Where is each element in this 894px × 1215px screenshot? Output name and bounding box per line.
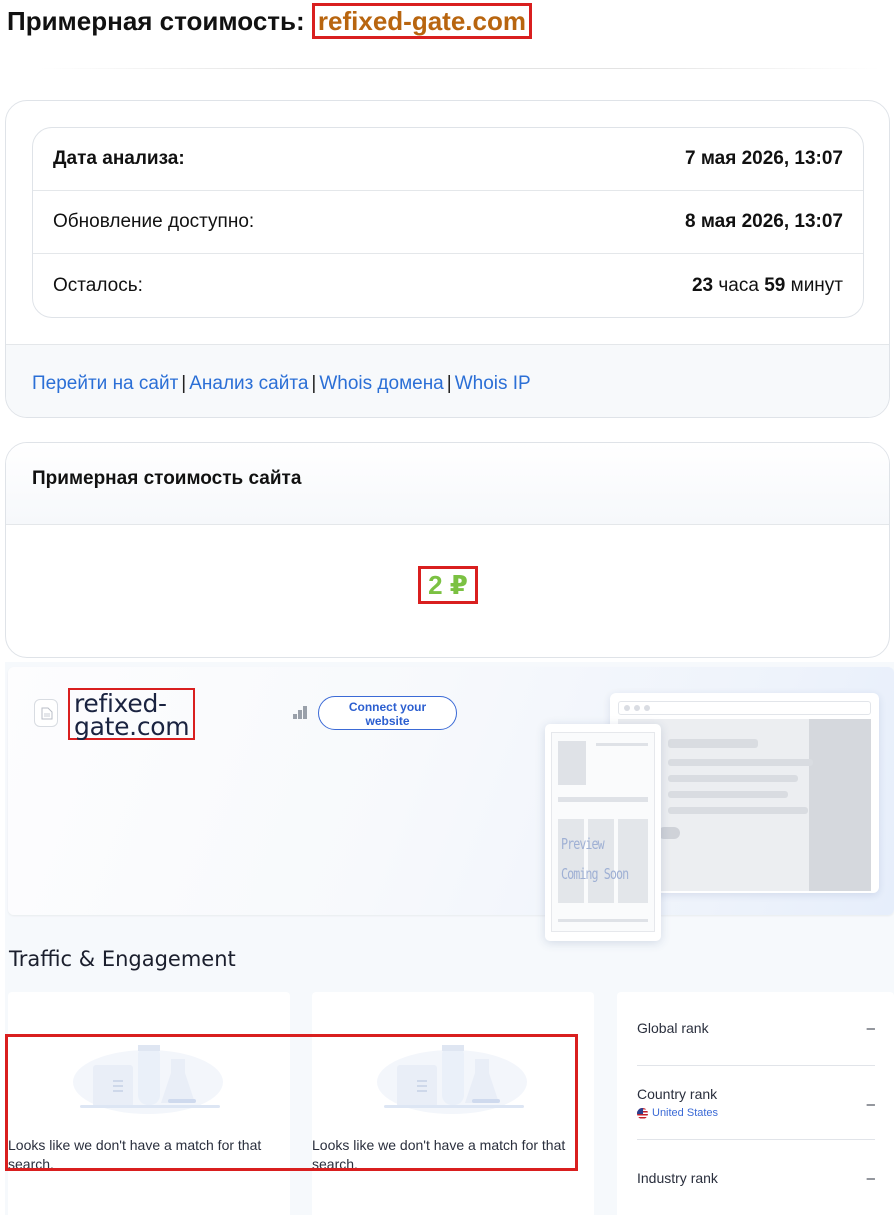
preview-line: Coming Soon <box>561 865 629 883</box>
browser-dot <box>644 705 650 711</box>
page-title-prefix: Примерная стоимость: <box>7 6 305 36</box>
site-analysis-link[interactable]: Анализ сайта <box>189 373 308 394</box>
placeholder-line <box>668 759 813 766</box>
estimated-price: 2 ₽ <box>418 566 478 604</box>
hero-domain-line: gate.com <box>74 712 190 741</box>
connect-website-button[interactable]: Connect your website <box>318 696 457 730</box>
country-rank-country[interactable]: United States <box>637 1107 875 1119</box>
valuation-card: Примерная стоимость сайта <box>5 442 890 658</box>
valuation-card-title: Примерная стоимость сайта <box>6 443 889 525</box>
placeholder-block <box>558 741 586 785</box>
rank-card: Global rank – Country rank – United Stat… <box>617 992 894 1215</box>
browser-address-bar <box>618 701 871 715</box>
global-rank-label: Global rank <box>637 1020 709 1036</box>
preview-phone-mockup: Preview Coming Soon <box>545 724 661 941</box>
analysis-card: Дата анализа: 7 мая 2026, 13:07 Обновлен… <box>5 100 890 418</box>
industry-rank-value: – <box>866 1170 875 1187</box>
traffic-engagement-title: Traffic & Engagement <box>9 947 236 971</box>
remaining-minutes-unit: минут <box>790 274 843 296</box>
link-separator: | <box>181 373 187 394</box>
global-rank-row: Global rank – <box>637 1020 875 1066</box>
time-remaining-label: Осталось: <box>53 274 143 296</box>
placeholder-block <box>596 743 648 746</box>
preview-coming-soon-text: Preview Coming Soon <box>561 829 629 889</box>
analysis-info-table: Дата анализа: 7 мая 2026, 13:07 Обновлен… <box>32 127 864 318</box>
analysis-date-label: Дата анализа: <box>53 148 185 169</box>
site-hero-banner: refixed- gate.com Connect your website P… <box>8 667 894 941</box>
global-rank-value: – <box>866 1020 875 1037</box>
similarweb-widget: refixed- gate.com Connect your website P… <box>5 662 894 1215</box>
browser-sidebar <box>809 719 871 891</box>
placeholder-line <box>668 791 788 798</box>
browser-dot <box>624 705 630 711</box>
analysis-date-value: 7 мая 2026, 13:07 <box>684 148 843 169</box>
placeholder-line <box>668 807 808 814</box>
country-rank-value: – <box>866 1096 875 1113</box>
link-separator: | <box>446 373 452 394</box>
placeholder-block <box>558 797 648 802</box>
time-remaining-value: 23 часа 59 минут <box>692 275 843 297</box>
update-available-row: Обновление доступно: 8 мая 2026, 13:07 <box>33 191 863 254</box>
industry-rank-label: Industry rank <box>637 1170 718 1186</box>
industry-rank-row: Industry rank – <box>637 1170 875 1210</box>
page-title-domain: refixed-gate.com <box>311 3 532 39</box>
file-icon <box>34 699 58 727</box>
connect-button-line: Connect your <box>348 700 427 714</box>
empty-results-highlight <box>5 1034 578 1171</box>
whois-domain-link[interactable]: Whois домена <box>319 373 443 394</box>
country-rank-label: Country rank <box>637 1086 718 1102</box>
analysis-date-row: Дата анализа: 7 мая 2026, 13:07 <box>33 128 863 191</box>
remaining-hours: 23 <box>691 274 714 296</box>
country-rank-row: Country rank – United States <box>637 1086 875 1140</box>
remaining-minutes: 59 <box>764 274 786 296</box>
placeholder-block <box>558 919 648 922</box>
time-remaining-row: Осталось: 23 часа 59 минут <box>33 254 863 317</box>
whois-ip-link[interactable]: Whois IP <box>455 373 531 394</box>
visit-site-link[interactable]: Перейти на сайт <box>32 373 178 394</box>
placeholder-line <box>668 775 798 782</box>
remaining-hours-unit: часа <box>718 274 759 296</box>
title-divider <box>40 68 880 69</box>
page-title: Примерная стоимость: refixed-gate.com <box>7 3 532 39</box>
placeholder-line <box>668 739 758 748</box>
browser-dot <box>634 705 640 711</box>
update-available-value: 8 мая 2026, 13:07 <box>684 211 843 232</box>
country-name: United States <box>652 1107 719 1119</box>
site-links-bar: Перейти на сайт | Анализ сайта | Whois домен… <box>6 344 889 417</box>
update-available-label: Обновление доступно: <box>53 211 255 232</box>
signal-bars-icon <box>293 706 307 719</box>
placeholder-toggle <box>658 827 680 839</box>
hero-domain-name: refixed- gate.com <box>68 688 196 741</box>
link-separator: | <box>311 373 317 394</box>
connect-button-line: website <box>365 714 410 728</box>
preview-line: Preview <box>561 835 605 853</box>
us-flag-icon <box>637 1107 648 1119</box>
